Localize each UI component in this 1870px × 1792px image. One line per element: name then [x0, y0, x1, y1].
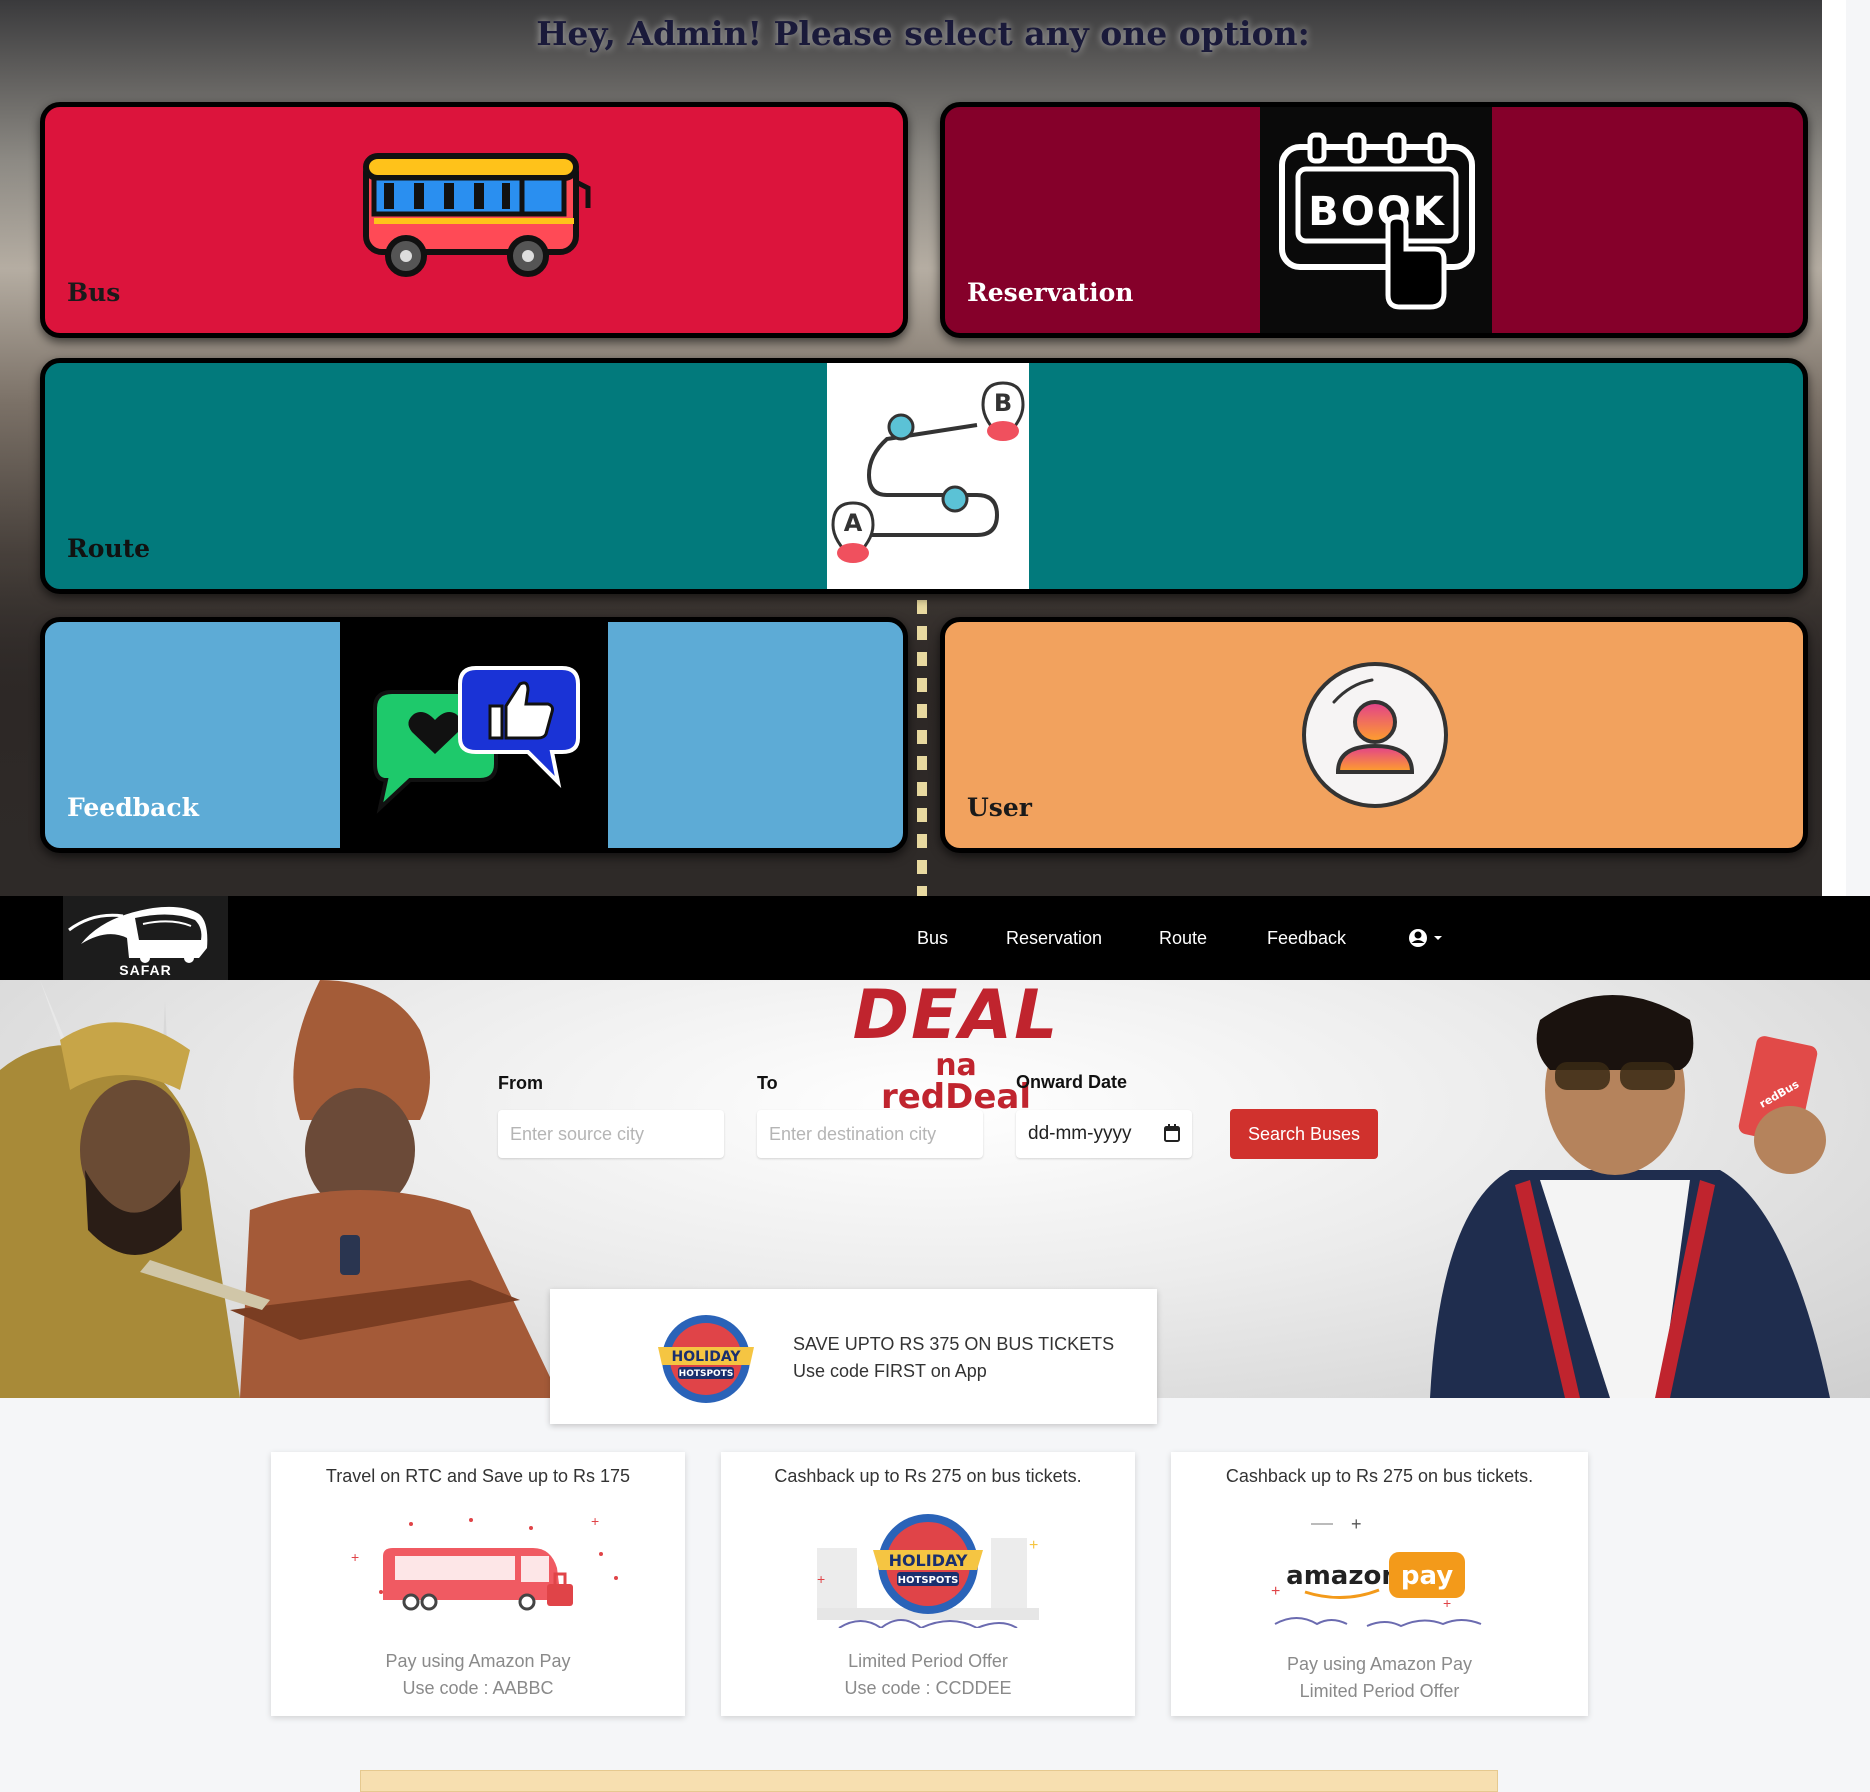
- offer-card-code: Use code : AABBC: [402, 1678, 554, 1698]
- offer-card-line1: Limited Period Offer: [848, 1651, 1008, 1671]
- book-icon-panel: BOOK: [1260, 107, 1492, 333]
- nav-bus[interactable]: Bus: [917, 896, 948, 980]
- promo-badge-line2: HOTSPOTS: [679, 1369, 734, 1379]
- offer-badge-line1: HOLIDAY: [889, 1551, 968, 1570]
- promo-text: SAVE UPTO RS 375 ON BUS TICKETS Use code…: [793, 1331, 1114, 1385]
- user-avatar-icon: [1302, 662, 1448, 808]
- route-tile[interactable]: B A Route: [40, 358, 1808, 594]
- promo-banner[interactable]: HOLIDAY HOTSPOTS SAVE UPTO RS 375 ON BUS…: [550, 1289, 1157, 1424]
- offer-card-line2: Limited Period Offer: [1299, 1681, 1460, 1701]
- svg-text:+: +: [591, 1513, 599, 1529]
- onward-date-label: Onward Date: [1016, 1072, 1128, 1092]
- logo-text: SAFAR: [119, 962, 172, 978]
- bus-tile-label: Bus: [67, 278, 121, 307]
- reservation-tile-label: Reservation: [967, 278, 1134, 307]
- route-tile-label: Route: [67, 534, 151, 563]
- chevron-down-icon: [1434, 936, 1442, 940]
- route-marker-a: A: [844, 509, 863, 537]
- route-icon-panel: B A: [827, 363, 1029, 589]
- road-center-line: [917, 600, 927, 896]
- book-calendar-icon: BOOK: [1279, 132, 1475, 310]
- promo-line2: Use code FIRST on App: [793, 1361, 987, 1381]
- from-label: From: [498, 1073, 543, 1093]
- red-bus-illustration-icon: + +: [351, 1513, 618, 1611]
- offer-card-line1: Pay using Amazon Pay: [385, 1651, 571, 1671]
- user-circle-icon: [1409, 929, 1442, 947]
- deal-logo-line1: DEAL: [852, 980, 1060, 1055]
- safar-logo[interactable]: SAFAR: [63, 896, 228, 980]
- book-icon-text: BOOK: [1308, 189, 1446, 235]
- offer-card-code: Use code : CCDDEE: [844, 1678, 1012, 1698]
- from-input[interactable]: [498, 1110, 724, 1158]
- svg-text:+: +: [1271, 1583, 1280, 1600]
- feedback-tile-label: Feedback: [67, 793, 199, 822]
- svg-text:+: +: [817, 1571, 825, 1587]
- nav-route[interactable]: Route: [1159, 896, 1207, 980]
- nav-feedback[interactable]: Feedback: [1267, 896, 1346, 980]
- svg-text:+: +: [1351, 1514, 1362, 1534]
- calendar-icon[interactable]: [1164, 1124, 1180, 1142]
- feedback-chat-icon: [373, 666, 580, 814]
- holiday-hotspots-badge-icon: HOLIDAY HOTSPOTS: [658, 1315, 754, 1403]
- offer-card-rtc[interactable]: Travel on RTC and Save up to Rs 175 + + …: [271, 1452, 685, 1716]
- reservation-tile[interactable]: BOOK Reservation: [940, 102, 1808, 338]
- offer-card-sub: Pay using Amazon Pay Limited Period Offe…: [1171, 1651, 1588, 1705]
- offer-card-title: Cashback up to Rs 275 on bus tickets.: [774, 1466, 1082, 1486]
- offer-card-title: Cashback up to Rs 275 on bus tickets.: [1225, 1466, 1534, 1486]
- bottom-notice-bar: [360, 1770, 1498, 1792]
- offer-badge-line2: HOTSPOTS: [898, 1575, 959, 1586]
- to-input[interactable]: [757, 1110, 983, 1158]
- feedback-tile[interactable]: Feedback: [40, 617, 908, 853]
- promo-line1: SAVE UPTO RS 375 ON BUS TICKETS: [793, 1334, 1115, 1354]
- svg-text:+: +: [351, 1549, 359, 1565]
- to-label: To: [757, 1073, 778, 1093]
- offer-card-amazon[interactable]: Cashback up to Rs 275 on bus tickets. + …: [1171, 1452, 1588, 1716]
- deal-logo: DEAL na redDeal: [836, 980, 1076, 1114]
- search-buses-button[interactable]: Search Buses: [1230, 1109, 1378, 1159]
- route-map-icon: B A: [831, 381, 1025, 563]
- user-dropdown-toggle[interactable]: [1407, 926, 1447, 950]
- navbar: SAFAR Bus Reservation Route Feedback: [0, 896, 1870, 980]
- user-tile-label: User: [967, 793, 1032, 822]
- route-marker-b: B: [994, 389, 1012, 417]
- pay-brand-text: pay: [1401, 1561, 1453, 1591]
- admin-panel: Hey, Admin! Please select any one option…: [0, 0, 1846, 896]
- offer-card-title: Travel on RTC and Save up to Rs 175: [325, 1466, 631, 1486]
- svg-text:+: +: [1029, 1537, 1038, 1554]
- user-tile[interactable]: User: [940, 617, 1808, 853]
- amazon-pay-logo-icon: + + + amazon pay: [1271, 1514, 1482, 1628]
- amazon-brand-text: amazon: [1286, 1561, 1400, 1591]
- feedback-icon-panel: [340, 622, 608, 848]
- promo-badge-line1: HOLIDAY: [671, 1349, 741, 1365]
- offer-card-sub: Pay using Amazon Pay Use code : AABBC: [271, 1648, 685, 1702]
- bus-tile[interactable]: Bus: [40, 102, 908, 338]
- admin-title: Hey, Admin! Please select any one option…: [536, 14, 1310, 53]
- bus-icon: [363, 153, 591, 277]
- logo-bus-icon: [68, 906, 208, 963]
- onward-date-input[interactable]: dd-mm-yyyy: [1016, 1110, 1192, 1158]
- date-value: dd-mm-yyyy: [1028, 1123, 1132, 1144]
- offer-card-holiday[interactable]: Cashback up to Rs 275 on bus tickets. + …: [721, 1452, 1135, 1716]
- page-edge: [1822, 0, 1846, 896]
- offer-card-sub: Limited Period Offer Use code : CCDDEE: [721, 1648, 1135, 1702]
- hero-right-person-image: redBus: [1430, 995, 1830, 1398]
- offer-card-line1: Pay using Amazon Pay: [1286, 1654, 1473, 1674]
- holiday-hotspots-illustration-icon: + + HOLIDAY HOTSPOTS: [817, 1514, 1039, 1628]
- nav-reservation[interactable]: Reservation: [1006, 896, 1102, 980]
